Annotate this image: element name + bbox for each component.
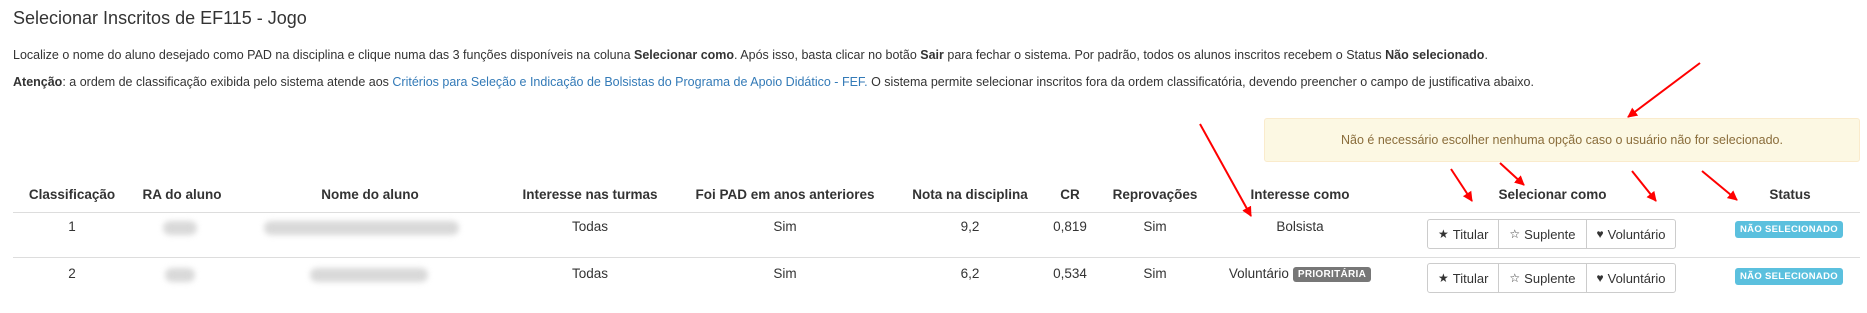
titular-button-label: Titular bbox=[1452, 226, 1489, 242]
voluntario-button[interactable]: ♥ Voluntário bbox=[1585, 263, 1677, 293]
suplente-button-label: Suplente bbox=[1524, 270, 1576, 286]
instructions-text: Localize o nome do aluno desejado como P… bbox=[13, 48, 634, 62]
header-interesse-como: Interesse como bbox=[1250, 187, 1350, 202]
cell-interesse-como: Bolsista bbox=[1240, 219, 1360, 234]
cell-classificacao: 2 bbox=[68, 266, 76, 281]
header-divider bbox=[13, 212, 1860, 213]
page-title: Selecionar Inscritos de EF115 - Jogo bbox=[13, 8, 307, 28]
red-arrow-icon bbox=[1499, 162, 1525, 186]
red-arrow-icon bbox=[1631, 170, 1657, 202]
red-arrow-icon bbox=[1627, 62, 1701, 118]
titular-button[interactable]: ★ Titular bbox=[1427, 263, 1500, 293]
info-alert: Não é necessário escolher nenhuma opção … bbox=[1264, 118, 1860, 162]
cell-interesse-turmas: Todas bbox=[571, 266, 609, 281]
cell-foi-pad: Sim bbox=[773, 219, 797, 234]
select-as-button-group: ★ Titular ☆ Suplente ♥ Voluntário bbox=[1427, 219, 1677, 249]
cell-reprovacoes: Sim bbox=[1143, 219, 1167, 234]
suplente-button[interactable]: ☆ Suplente bbox=[1498, 263, 1587, 293]
redacted-name bbox=[310, 268, 428, 282]
cell-nota: 6,2 bbox=[960, 266, 980, 281]
instructions-paragraph: Localize o nome do aluno desejado como P… bbox=[13, 48, 1488, 62]
header-ra: RA do aluno bbox=[142, 187, 222, 202]
instructions-text: . bbox=[1484, 48, 1488, 62]
titular-button[interactable]: ★ Titular bbox=[1427, 219, 1500, 249]
attention-text: O sistema permite selecionar inscritos f… bbox=[867, 75, 1534, 89]
instructions-text: . Após isso, basta clicar no botão bbox=[734, 48, 921, 62]
cell-reprovacoes: Sim bbox=[1143, 266, 1167, 281]
status-badge: NÃO SELECIONADO bbox=[1735, 268, 1843, 285]
cell-foi-pad: Sim bbox=[773, 266, 797, 281]
star-outline-icon: ☆ bbox=[1509, 271, 1521, 285]
red-arrow-icon bbox=[1199, 123, 1252, 217]
red-arrow-icon bbox=[1701, 170, 1738, 201]
redacted-name bbox=[264, 221, 459, 235]
info-alert-text: Não é necessário escolher nenhuma opção … bbox=[1341, 133, 1783, 147]
status-badge: NÃO SELECIONADO bbox=[1735, 221, 1843, 238]
cell-nota: 9,2 bbox=[960, 219, 980, 234]
header-foi-pad: Foi PAD em anos anteriores bbox=[695, 187, 875, 202]
star-filled-icon: ★ bbox=[1438, 271, 1449, 285]
cell-cr: 0,819 bbox=[1053, 219, 1087, 234]
interesse-como-text: Bolsista bbox=[1276, 219, 1324, 234]
suplente-button-label: Suplente bbox=[1524, 226, 1576, 242]
star-outline-icon: ☆ bbox=[1509, 227, 1521, 241]
instructions-bold-status: Não selecionado bbox=[1385, 48, 1485, 62]
header-reprovacoes: Reprovações bbox=[1112, 187, 1198, 202]
attention-paragraph: Atenção: a ordem de classificação exibid… bbox=[13, 75, 1534, 89]
red-arrow-icon bbox=[1450, 168, 1473, 202]
priority-badge: PRIORITÁRIA bbox=[1292, 266, 1372, 282]
titular-button-label: Titular bbox=[1452, 270, 1489, 286]
cell-interesse-turmas: Todas bbox=[571, 219, 609, 234]
star-filled-icon: ★ bbox=[1438, 227, 1449, 241]
select-as-button-group: ★ Titular ☆ Suplente ♥ Voluntário bbox=[1427, 263, 1677, 293]
row-divider bbox=[13, 257, 1860, 258]
attention-text: : a ordem de classificação exibida pelo … bbox=[62, 75, 393, 89]
redacted-ra bbox=[165, 268, 195, 282]
voluntario-button[interactable]: ♥ Voluntário bbox=[1585, 219, 1677, 249]
header-status: Status bbox=[1769, 187, 1811, 202]
header-cr: CR bbox=[1060, 187, 1080, 202]
header-nota: Nota na disciplina bbox=[912, 187, 1028, 202]
redacted-ra bbox=[163, 221, 197, 235]
header-nome: Nome do aluno bbox=[321, 187, 419, 202]
criteria-link[interactable]: Critérios para Seleção e Indicação de Bo… bbox=[392, 75, 867, 89]
cell-cr: 0,534 bbox=[1053, 266, 1087, 281]
heart-icon: ♥ bbox=[1596, 271, 1604, 285]
header-selecionar-como: Selecionar como bbox=[1498, 187, 1607, 202]
voluntario-button-label: Voluntário bbox=[1607, 270, 1666, 286]
instructions-bold-selecionar: Selecionar como bbox=[634, 48, 735, 62]
voluntario-button-label: Voluntário bbox=[1607, 226, 1666, 242]
suplente-button[interactable]: ☆ Suplente bbox=[1498, 219, 1587, 249]
instructions-bold-sair: Sair bbox=[920, 48, 944, 62]
cell-interesse-como: Voluntário PRIORITÁRIA bbox=[1220, 266, 1380, 282]
instructions-text: para fechar o sistema. Por padrão, todos… bbox=[943, 48, 1386, 62]
header-interesse-turmas: Interesse nas turmas bbox=[522, 187, 658, 202]
attention-label: Atenção bbox=[13, 75, 63, 89]
header-classificacao: Classificação bbox=[28, 187, 116, 202]
heart-icon: ♥ bbox=[1596, 227, 1604, 241]
interesse-como-text: Voluntário bbox=[1228, 266, 1289, 281]
cell-classificacao: 1 bbox=[68, 219, 76, 234]
